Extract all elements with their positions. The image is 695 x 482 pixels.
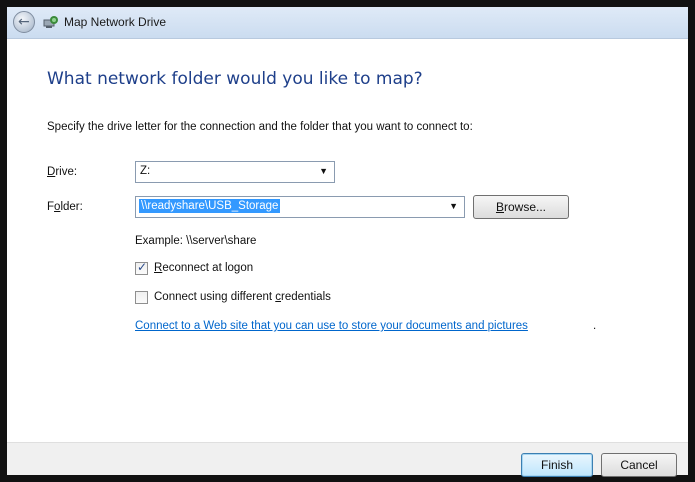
- reconnect-label[interactable]: Reconnect at logon: [154, 262, 253, 274]
- title-bar: ← Map Network Drive: [7, 7, 688, 39]
- dialog-window: ← Map Network Drive What network folder …: [0, 0, 695, 482]
- cancel-button[interactable]: Cancel: [601, 453, 677, 477]
- folder-label-pre: F: [47, 201, 55, 213]
- reconnect-rest: econnect at logon: [162, 262, 254, 274]
- footer-bar: Finish Cancel: [7, 442, 688, 477]
- folder-input[interactable]: \\readyshare\USB_Storage: [139, 199, 281, 213]
- instruction-text: Specify the drive letter for the connect…: [47, 121, 473, 133]
- example-text: Example: \\server\share: [135, 235, 257, 247]
- checkmark-icon: ✓: [137, 260, 148, 274]
- page-title: What network folder would you like to ma…: [47, 69, 423, 89]
- window-title: Map Network Drive: [64, 15, 167, 29]
- chevron-down-icon[interactable]: ▼: [449, 201, 458, 211]
- link-period: .: [593, 320, 597, 332]
- browse-button[interactable]: Browse...: [473, 195, 569, 219]
- drive-select[interactable]: Z: ▼: [135, 161, 335, 183]
- finish-button[interactable]: Finish: [521, 453, 593, 477]
- drive-label: Drive:: [47, 166, 77, 178]
- credentials-pre: Connect using different: [154, 291, 276, 303]
- drive-label-rest: rive:: [55, 166, 78, 178]
- folder-label: Folder:: [47, 201, 83, 213]
- folder-combo[interactable]: \\readyshare\USB_Storage ▼: [135, 196, 465, 218]
- reconnect-checkbox[interactable]: ✓: [135, 260, 148, 275]
- browse-key: B: [495, 200, 504, 214]
- credentials-checkbox[interactable]: [135, 291, 148, 304]
- folder-label-rest: lder:: [60, 201, 83, 213]
- network-drive-icon: [43, 16, 58, 28]
- chevron-down-icon[interactable]: ▼: [319, 166, 328, 176]
- back-button[interactable]: ←: [13, 11, 35, 33]
- drive-value: Z:: [140, 165, 151, 177]
- browse-rest: rowse...: [504, 200, 547, 214]
- back-arrow-icon: ←: [18, 14, 30, 30]
- credentials-rest: redentials: [281, 291, 331, 303]
- web-site-link[interactable]: Connect to a Web site that you can use t…: [135, 320, 528, 332]
- credentials-label[interactable]: Connect using different credentials: [154, 291, 331, 303]
